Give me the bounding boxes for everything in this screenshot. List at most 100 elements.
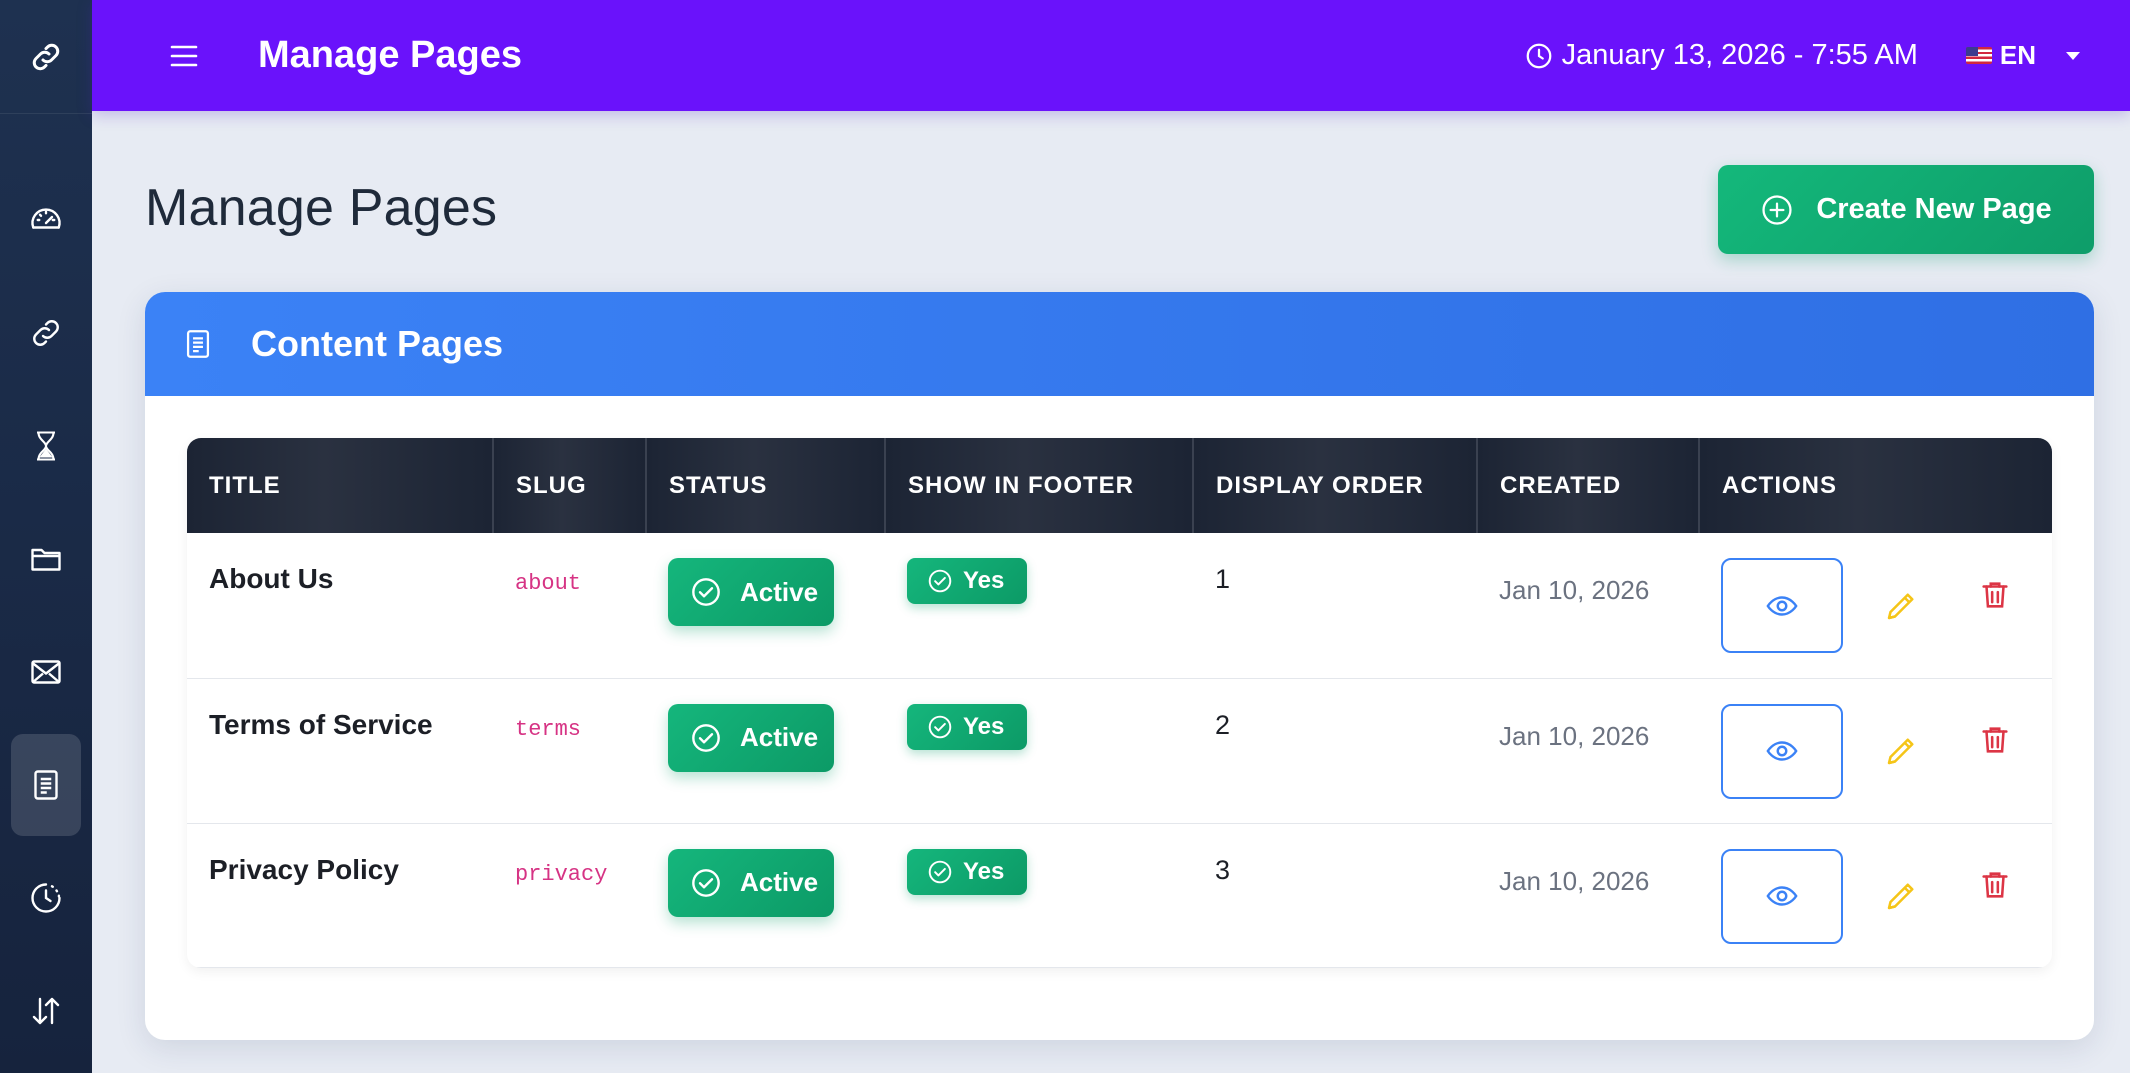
footer-label: Yes (963, 712, 1005, 740)
chevron-down-icon (2066, 51, 2080, 60)
table-row: Privacy Policy privacy Active Yes 3 Jan … (187, 823, 2052, 967)
sidebar-item-files[interactable] (11, 508, 81, 610)
column-header-status[interactable]: STATUS (646, 438, 886, 533)
footer-badge: Yes (907, 848, 1027, 895)
delete-page-button[interactable] (1975, 865, 2015, 905)
sidebar-item-messages[interactable] (11, 621, 81, 723)
created-date-cell: Jan 10, 2026 (1499, 720, 1650, 751)
check-circle-icon (692, 723, 720, 752)
card-header: Content Pages (145, 292, 2094, 396)
document-icon (186, 330, 210, 358)
edit-page-button[interactable] (1881, 731, 1921, 771)
link-icon (33, 320, 59, 346)
sidebar (0, 0, 92, 1073)
check-circle-icon (692, 868, 720, 897)
pencil-icon (1887, 738, 1914, 765)
link-logo-icon (32, 43, 60, 70)
display-order-cell: 3 (1215, 854, 1231, 885)
footer-cell: Yes (885, 533, 1193, 678)
trash-icon (1982, 872, 2008, 898)
history-clock-icon (31, 883, 61, 913)
datetime-text: January 13, 2026 - 7:55 AM (1561, 39, 1918, 71)
hourglass-icon (37, 431, 55, 461)
page-title-cell: About Us (209, 563, 334, 594)
footer-label: Yes (963, 567, 1005, 594)
page-title-cell: Terms of Service (209, 708, 433, 740)
column-header-title[interactable]: TITLE (187, 438, 494, 533)
status-cell: Active (646, 533, 885, 678)
column-header-created[interactable]: CREATED (1477, 438, 1700, 533)
brand-logo[interactable] (0, 0, 92, 114)
footer-label: Yes (963, 857, 1005, 885)
page-slug-cell: terms (515, 716, 582, 742)
language-selector[interactable]: EN (1965, 40, 2080, 71)
page-title-cell: Privacy Policy (209, 853, 399, 885)
display-order-cell: 2 (1215, 709, 1231, 740)
column-header-slug[interactable]: SLUG (493, 438, 647, 533)
pencil-icon (1887, 883, 1914, 910)
us-flag-icon (1965, 47, 1992, 64)
status-badge: Active (668, 703, 834, 772)
sort-arrows-icon (32, 997, 60, 1025)
check-circle-icon (692, 578, 720, 606)
footer-badge: Yes (907, 703, 1027, 750)
table-header-row: TITLE SLUG STATUS SHOW IN FOOTER DISPLAY… (187, 438, 2052, 533)
delete-page-button[interactable] (1975, 575, 2015, 615)
create-new-page-button[interactable]: Create New Page (1718, 165, 2094, 254)
envelope-icon (31, 660, 61, 684)
hamburger-icon (170, 45, 198, 66)
table-row: About Us about Active Yes 1 Jan 10, 2026 (187, 533, 2052, 678)
sidebar-item-links[interactable] (11, 282, 81, 384)
dashboard-gauge-icon (31, 208, 61, 229)
status-badge: Active (668, 558, 834, 626)
header-title: Manage Pages (258, 34, 522, 76)
view-page-button[interactable] (1721, 703, 1843, 799)
eye-icon (1766, 595, 1798, 616)
menu-toggle-button[interactable] (168, 40, 200, 72)
page-title: Manage Pages (145, 179, 498, 237)
footer-badge: Yes (907, 558, 1027, 604)
column-header-show-in-footer[interactable]: SHOW IN FOOTER (885, 438, 1194, 533)
sidebar-item-pages[interactable] (11, 734, 81, 836)
check-circle-icon (928, 569, 952, 593)
status-label: Active (740, 867, 819, 897)
card-title: Content Pages (251, 323, 504, 364)
created-date-cell: Jan 10, 2026 (1499, 575, 1650, 605)
status-cell: Active (646, 823, 885, 967)
sidebar-item-sort[interactable] (11, 960, 81, 1062)
sidebar-item-pending[interactable] (11, 395, 81, 497)
create-new-page-label: Create New Page (1816, 193, 2052, 225)
check-circle-icon (928, 715, 952, 738)
actions-cell (1699, 533, 2052, 678)
clock-icon (1526, 43, 1551, 68)
pages-table: TITLE SLUG STATUS SHOW IN FOOTER DISPLAY… (187, 438, 2052, 968)
footer-cell: Yes (885, 678, 1193, 823)
folder-icon (31, 548, 61, 571)
actions-cell (1699, 678, 2052, 823)
table-row: Terms of Service terms Active Yes 2 Jan … (187, 678, 2052, 823)
page-slug-cell: privacy (515, 861, 608, 887)
view-page-button[interactable] (1721, 848, 1843, 944)
sidebar-item-history[interactable] (11, 847, 81, 949)
column-header-display-order[interactable]: DISPLAY ORDER (1193, 438, 1478, 533)
view-page-button[interactable] (1721, 558, 1843, 653)
eye-icon (1766, 886, 1798, 906)
sidebar-item-dashboard[interactable] (11, 169, 81, 271)
column-header-actions: ACTIONS (1699, 438, 2052, 533)
plus-circle-icon (1762, 194, 1792, 225)
trash-icon (1982, 581, 2008, 608)
status-cell: Active (646, 678, 885, 823)
document-icon (34, 770, 58, 800)
top-bar: Manage Pages January 13, 2026 - 7:55 AM … (92, 0, 2130, 111)
status-badge: Active (668, 848, 834, 917)
edit-page-button[interactable] (1881, 586, 1921, 626)
pages-table-wrapper: TITLE SLUG STATUS SHOW IN FOOTER DISPLAY… (187, 438, 2052, 968)
eye-icon (1766, 741, 1798, 761)
actions-cell (1699, 823, 2052, 967)
content-pages-card: Content Pages TITLE SLUG STATUS SHOW IN … (145, 292, 2094, 1040)
edit-page-button[interactable] (1881, 876, 1921, 916)
status-label: Active (740, 576, 819, 607)
delete-page-button[interactable] (1975, 720, 2015, 760)
display-order-cell: 1 (1215, 564, 1231, 594)
datetime-display: January 13, 2026 - 7:55 AM (1524, 39, 1918, 72)
